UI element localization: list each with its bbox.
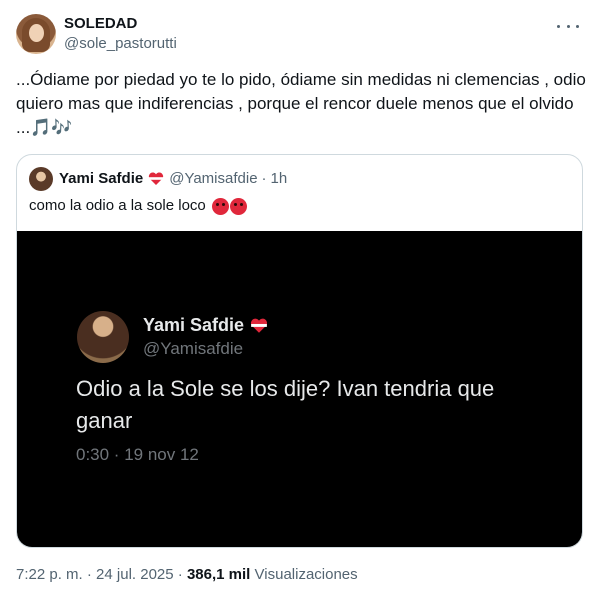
tweet-date[interactable]: 24 jul. 2025 xyxy=(96,566,174,583)
views-count: 386,1 mil xyxy=(186,566,251,583)
media-avatar xyxy=(77,311,129,363)
author-display-name[interactable]: SOLEDAD xyxy=(64,14,177,34)
tweet-body: ...Ódiame por piedad yo te lo pido, ódia… xyxy=(16,70,591,137)
tweet-text: ...Ódiame por piedad yo te lo pido, ódia… xyxy=(16,68,586,140)
angry-face-icon xyxy=(211,197,229,215)
heart-flag-icon xyxy=(147,171,165,187)
more-dot xyxy=(576,24,579,28)
meta-separator: · xyxy=(177,566,183,583)
quoted-separator: · xyxy=(261,170,267,187)
media-display-name: Yami Safdie xyxy=(143,315,268,336)
quoted-tweet[interactable]: Yami Safdie @Yamisafdie · 1h como la odi… xyxy=(16,154,583,548)
more-icon[interactable] xyxy=(557,18,579,34)
quoted-time[interactable]: 1h xyxy=(271,168,288,190)
views-label: Visualizaciones xyxy=(254,566,358,583)
avatar-face xyxy=(29,24,44,42)
meta-separator: · xyxy=(86,566,92,583)
media-name-text: Yami Safdie xyxy=(143,315,245,335)
quoted-header: Yami Safdie @Yamisafdie · 1h xyxy=(59,168,287,190)
media-timestamp: 0:30 · 19 nov 12 xyxy=(76,445,199,464)
music-notes-icon: 🎵🎶 xyxy=(30,118,73,137)
author-handle[interactable]: @sole_pastorutti xyxy=(64,34,177,54)
media-handle: @Yamisafdie xyxy=(143,339,244,358)
quoted-text: como la odio a la sole loco xyxy=(29,195,247,217)
quoted-avatar[interactable] xyxy=(29,167,53,191)
tweet[interactable]: SOLEDAD @sole_pastorutti ...Ódiame por p… xyxy=(0,0,599,593)
tweet-meta: 7:22 p. m. · 24 jul. 2025 · 386,1 mil Vi… xyxy=(16,565,358,585)
media-text: Odio a la Sole se los dije? Ivan tendria… xyxy=(76,376,495,433)
angry-emojis xyxy=(211,197,247,215)
author-avatar[interactable] xyxy=(16,14,56,54)
heart-flag-icon xyxy=(251,318,268,333)
quoted-display-name[interactable]: Yami Safdie xyxy=(59,168,143,190)
quoted-handle[interactable]: @Yamisafdie xyxy=(169,168,257,190)
angry-face-icon xyxy=(229,197,247,215)
quoted-text-body: como la odio a la sole loco xyxy=(29,197,206,214)
more-dot xyxy=(557,24,560,28)
more-dot xyxy=(566,24,570,28)
quoted-media-image[interactable]: Yami Safdie @Yamisafdie Odio a la Sole s… xyxy=(17,231,582,547)
tweet-time[interactable]: 7:22 p. m. xyxy=(16,566,83,583)
author-block[interactable]: SOLEDAD @sole_pastorutti xyxy=(64,14,177,54)
